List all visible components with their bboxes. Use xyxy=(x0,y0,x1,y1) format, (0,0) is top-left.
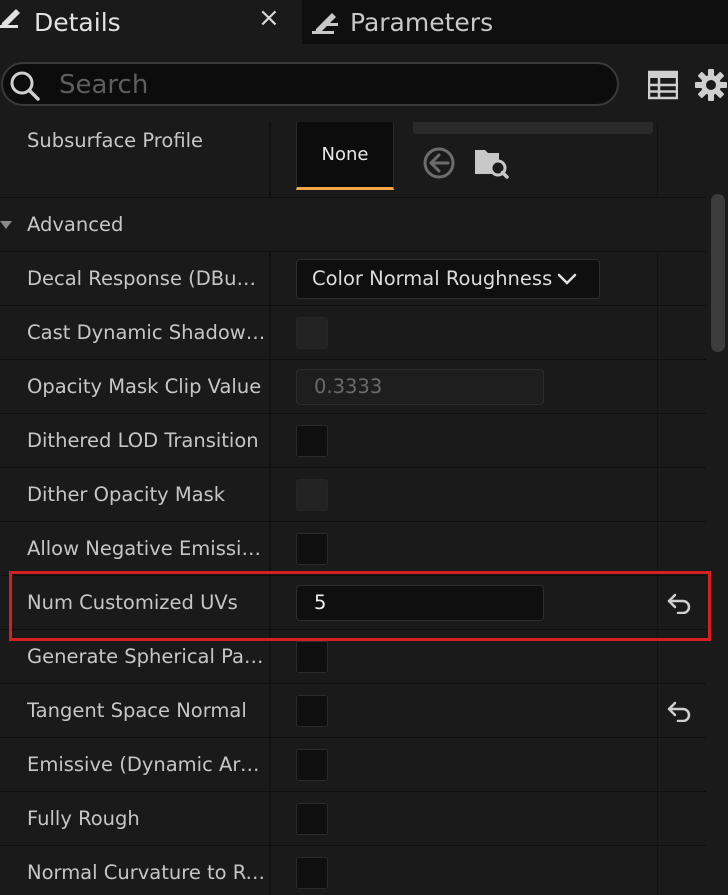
cast-dynamic-shadow-checkbox[interactable] xyxy=(296,317,328,349)
property-label: Subsurface Profile xyxy=(27,129,204,152)
search-input[interactable] xyxy=(57,69,601,101)
property-row-fully-rough: Fully Rough xyxy=(0,792,706,846)
property-row-emissive-dynamic-area: Emissive (Dynamic Area… xyxy=(0,738,706,792)
property-label: Allow Negative Emissiv… xyxy=(27,537,267,560)
pencil-edit-icon xyxy=(0,9,20,28)
tangent-space-normal-checkbox[interactable] xyxy=(296,695,328,727)
property-label: Fully Rough xyxy=(27,807,140,830)
asset-thumbnail[interactable]: None xyxy=(296,122,394,190)
table-view-icon[interactable] xyxy=(648,70,678,100)
property-label: Dithered LOD Transition xyxy=(27,429,259,452)
close-icon[interactable]: × xyxy=(258,3,280,33)
reset-to-default-icon[interactable] xyxy=(666,700,692,722)
details-property-list: Subsurface Profile None Advanced Decal R… xyxy=(0,122,706,895)
dither-opacity-mask-checkbox[interactable] xyxy=(296,479,328,511)
property-label: Dither Opacity Mask xyxy=(27,483,226,506)
property-label: Num Customized UVs xyxy=(27,591,238,614)
generate-spherical-checkbox[interactable] xyxy=(296,641,328,673)
browse-folder-icon[interactable] xyxy=(473,144,509,180)
allow-negative-emissive-checkbox[interactable] xyxy=(296,533,328,565)
property-row-tangent-space-normal: Tangent Space Normal xyxy=(0,684,706,738)
reset-to-default-icon[interactable] xyxy=(666,592,692,614)
decal-response-dropdown[interactable]: Color Normal Roughness xyxy=(296,259,600,299)
search-row xyxy=(0,44,728,122)
property-row-opacity-mask-clip: Opacity Mask Clip Value 0.3333 xyxy=(0,360,706,414)
property-row-num-customized-uvs: Num Customized UVs 5 xyxy=(0,576,706,630)
asset-picker-combo[interactable] xyxy=(413,122,653,134)
property-label: Generate Spherical Parti… xyxy=(27,645,267,668)
category-advanced[interactable]: Advanced xyxy=(0,198,706,252)
category-label: Advanced xyxy=(27,213,124,236)
search-icon xyxy=(10,71,40,101)
emissive-dynamic-area-checkbox[interactable] xyxy=(296,749,328,781)
dithered-lod-checkbox[interactable] xyxy=(296,425,328,457)
property-row-dithered-lod: Dithered LOD Transition xyxy=(0,414,706,468)
property-row-normal-curvature: Normal Curvature to Ro… xyxy=(0,846,706,895)
dropdown-value: Color Normal Roughness xyxy=(312,267,553,290)
asset-thumbnail-text: None xyxy=(321,144,369,165)
property-label: Emissive (Dynamic Area… xyxy=(27,753,267,776)
tab-bar: Details × Parameters xyxy=(0,0,728,44)
property-label: Cast Dynamic Shadow… xyxy=(27,321,266,344)
property-row-cast-dynamic-shadow: Cast Dynamic Shadow… xyxy=(0,306,706,360)
property-row-decal-response: Decal Response (DBuffer) Color Normal Ro… xyxy=(0,252,706,306)
expand-arrow-icon[interactable] xyxy=(0,221,12,229)
tab-parameters[interactable]: Parameters xyxy=(310,0,610,44)
tab-details[interactable]: Details × xyxy=(0,0,302,44)
property-label: Opacity Mask Clip Value xyxy=(27,375,262,398)
tab-details-label: Details xyxy=(34,7,121,37)
property-row-subsurface-profile: Subsurface Profile None xyxy=(0,122,706,198)
scrollbar-thumb[interactable] xyxy=(711,194,725,352)
property-label: Normal Curvature to Ro… xyxy=(27,861,267,884)
chevron-down-icon xyxy=(557,273,577,285)
normal-curvature-checkbox[interactable] xyxy=(296,857,328,889)
property-label: Tangent Space Normal xyxy=(27,699,247,722)
scrollbar-track[interactable] xyxy=(706,122,728,895)
property-row-dither-opacity-mask: Dither Opacity Mask xyxy=(0,468,706,522)
property-row-generate-spherical: Generate Spherical Parti… xyxy=(0,630,706,684)
fully-rough-checkbox[interactable] xyxy=(296,803,328,835)
opacity-mask-clip-field[interactable]: 0.3333 xyxy=(296,369,544,405)
search-box[interactable] xyxy=(1,62,619,106)
gear-icon[interactable] xyxy=(694,68,728,102)
property-row-allow-negative-emissive: Allow Negative Emissiv… xyxy=(0,522,706,576)
pencil-edit-icon xyxy=(312,13,338,34)
tab-parameters-label: Parameters xyxy=(350,7,494,37)
use-selected-asset-icon[interactable] xyxy=(422,146,456,180)
property-label: Decal Response (DBuffer) xyxy=(27,267,267,290)
num-customized-uvs-field[interactable]: 5 xyxy=(296,585,544,621)
